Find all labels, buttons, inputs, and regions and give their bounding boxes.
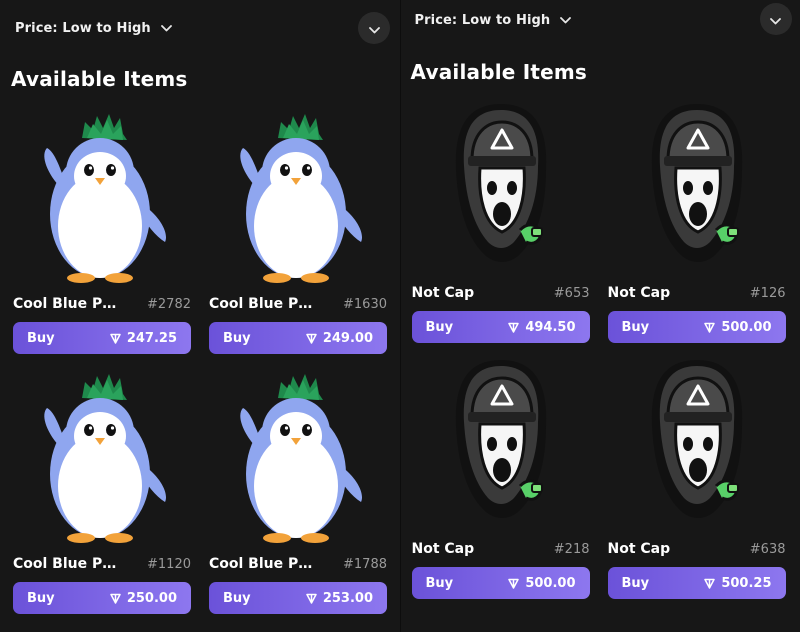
ton-icon [306, 593, 317, 604]
chevron-down-icon [368, 19, 380, 38]
ton-icon [306, 333, 317, 344]
notcap-image [608, 351, 786, 531]
items-grid: Not Cap #653 Buy 494.50 Not Cap #126 Buy… [411, 95, 786, 599]
price: 249.00 [306, 331, 373, 346]
item-meta: Not Cap #126 [608, 285, 786, 303]
item-name: Cool Blue Pe... [209, 296, 317, 312]
buy-button[interactable]: Buy 247.25 [13, 322, 191, 354]
collapse-button[interactable] [759, 3, 792, 35]
item-meta: Not Cap #638 [608, 541, 786, 559]
ton-icon [110, 333, 121, 344]
price: 494.50 [508, 319, 576, 335]
buy-button[interactable]: Buy 500.00 [607, 311, 786, 343]
buy-button[interactable]: Buy 250.00 [13, 582, 191, 614]
item-name: Not Cap [411, 285, 475, 301]
notcap-image [412, 351, 590, 531]
item-meta: Cool Blue Pe... #2782 [13, 296, 191, 314]
price-value: 500.25 [721, 575, 772, 591]
price: 247.25 [110, 331, 177, 346]
section-title: Available Items [410, 60, 588, 84]
ton-icon [508, 578, 520, 589]
item-number: #218 [553, 542, 590, 557]
buy-label: Buy [223, 330, 251, 346]
item-card[interactable]: Cool Blue Pe... #1120 Buy 250.00 [13, 366, 191, 614]
item-name: Cool Blue Pe... [13, 296, 121, 312]
buy-label: Buy [621, 319, 650, 335]
price-value: 247.25 [126, 330, 177, 346]
price: 253.00 [306, 591, 373, 606]
sort-label: Price: Low to High [15, 20, 151, 36]
chevron-down-icon [160, 24, 172, 32]
right-panel: Price: Low to High Available Items Not C… [399, 0, 800, 632]
item-meta: Cool Blue Pe... #1120 [13, 556, 191, 574]
item-name: Cool Blue Pe... [209, 556, 317, 572]
items-grid: Cool Blue Pe... #2782 Buy 247.25 Cool Bl… [13, 106, 387, 614]
ton-icon [704, 578, 716, 589]
item-meta: Not Cap #218 [412, 541, 590, 559]
item-card[interactable]: Not Cap #218 Buy 500.00 [411, 351, 590, 599]
penguin-image [209, 366, 387, 546]
buy-label: Buy [27, 330, 55, 346]
sort-bar: Price: Low to High [401, 0, 800, 40]
item-number: #638 [749, 542, 786, 557]
price: 250.00 [110, 591, 177, 606]
item-name: Cool Blue Pe... [13, 556, 121, 572]
item-card[interactable]: Not Cap #638 Buy 500.25 [607, 351, 786, 599]
item-card[interactable]: Cool Blue Pe... #1630 Buy 249.00 [209, 106, 387, 354]
buy-button[interactable]: Buy 494.50 [411, 311, 590, 343]
collapse-button[interactable] [358, 12, 390, 44]
buy-button[interactable]: Buy 249.00 [209, 322, 387, 354]
penguin-image [13, 106, 191, 286]
chevron-down-icon [770, 10, 781, 29]
buy-label: Buy [425, 319, 454, 335]
item-meta: Cool Blue Pe... #1630 [209, 296, 387, 314]
price-value: 500.00 [721, 319, 772, 335]
price-value: 253.00 [322, 590, 373, 606]
ton-icon [704, 322, 716, 333]
penguin-image [209, 106, 387, 286]
ton-icon [508, 322, 520, 333]
buy-button[interactable]: Buy 500.00 [411, 567, 590, 599]
item-name: Not Cap [411, 541, 475, 557]
item-card[interactable]: Not Cap #126 Buy 500.00 [607, 95, 786, 343]
sort-dropdown[interactable]: Price: Low to High [15, 21, 172, 36]
price: 500.00 [508, 575, 576, 591]
sort-dropdown[interactable]: Price: Low to High [415, 13, 572, 28]
ton-icon [110, 593, 121, 604]
penguin-image [13, 366, 191, 546]
notcap-image [412, 95, 590, 275]
sort-label: Price: Low to High [414, 12, 551, 28]
notcap-image [608, 95, 786, 275]
price-value: 500.00 [525, 575, 576, 591]
item-number: #1630 [343, 297, 387, 312]
buy-label: Buy [425, 575, 454, 591]
item-number: #1788 [343, 557, 387, 572]
buy-label: Buy [27, 590, 55, 606]
section-title: Available Items [11, 67, 188, 91]
item-meta: Cool Blue Pe... #1788 [209, 556, 387, 574]
price-value: 249.00 [322, 330, 373, 346]
item-name: Not Cap [607, 541, 671, 557]
item-number: #2782 [147, 297, 191, 312]
item-name: Not Cap [607, 285, 671, 301]
item-meta: Not Cap #653 [412, 285, 590, 303]
item-card[interactable]: Cool Blue Pe... #1788 Buy 253.00 [209, 366, 387, 614]
buy-label: Buy [223, 590, 251, 606]
price: 500.00 [704, 319, 772, 335]
item-number: #1120 [147, 557, 191, 572]
buy-button[interactable]: Buy 500.25 [607, 567, 786, 599]
price-value: 250.00 [126, 590, 177, 606]
sort-bar: Price: Low to High [0, 8, 400, 48]
price-value: 494.50 [525, 319, 576, 335]
item-card[interactable]: Not Cap #653 Buy 494.50 [411, 95, 590, 343]
chevron-down-icon [560, 16, 572, 24]
buy-button[interactable]: Buy 253.00 [209, 582, 387, 614]
buy-label: Buy [621, 575, 650, 591]
item-card[interactable]: Cool Blue Pe... #2782 Buy 247.25 [13, 106, 191, 354]
item-number: #653 [553, 286, 590, 301]
item-number: #126 [749, 286, 786, 301]
left-panel: Price: Low to High Available Items Cool … [0, 0, 400, 632]
price: 500.25 [704, 575, 772, 591]
